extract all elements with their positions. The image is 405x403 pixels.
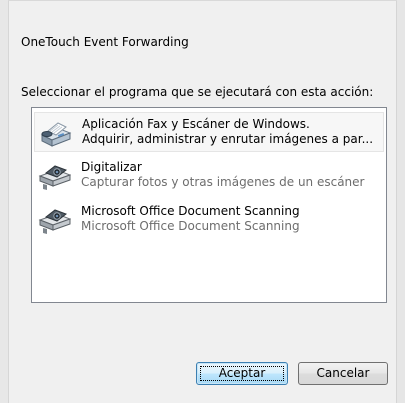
program-title: Microsoft Office Document Scanning xyxy=(81,204,300,218)
program-description: Capturar fotos y otras imágenes de un es… xyxy=(81,175,365,189)
dialog-title: OneTouch Event Forwarding xyxy=(21,35,189,49)
left-frame xyxy=(0,0,8,403)
fax-scanner-icon xyxy=(40,122,72,147)
camera-scanner-icon xyxy=(38,209,71,234)
right-frame-edge xyxy=(396,0,397,403)
program-title: Digitalizar xyxy=(81,160,142,174)
program-description: Microsoft Office Document Scanning xyxy=(81,219,300,233)
left-frame-edge xyxy=(8,0,9,403)
list-item-ms-office-scanning[interactable]: Microsoft Office Document Scanning Micro… xyxy=(34,200,384,240)
top-frame-edge xyxy=(8,0,397,1)
program-listbox[interactable]: Aplicación Fax y Escáner de Windows. Adq… xyxy=(31,107,387,303)
cancel-button-label: Cancelar xyxy=(316,366,370,380)
focus-indicator xyxy=(200,366,284,381)
program-title: Aplicación Fax y Escáner de Windows. xyxy=(82,117,310,131)
list-item-fax-scanner[interactable]: Aplicación Fax y Escáner de Windows. Adq… xyxy=(34,112,384,152)
instruction-label: Seleccionar el programa que se ejecutará… xyxy=(21,85,374,99)
list-item-digitalizar[interactable]: Digitalizar Capturar fotos y otras imáge… xyxy=(34,156,384,196)
program-description: Adquirir, administrar y enrutar imágenes… xyxy=(82,132,374,146)
cancel-button[interactable]: Cancelar xyxy=(298,362,388,385)
camera-scanner-icon xyxy=(38,165,71,190)
accept-button[interactable]: Aceptar xyxy=(196,362,288,385)
right-frame xyxy=(396,0,405,403)
dialog-window: OneTouch Event Forwarding Seleccionar el… xyxy=(0,0,405,403)
